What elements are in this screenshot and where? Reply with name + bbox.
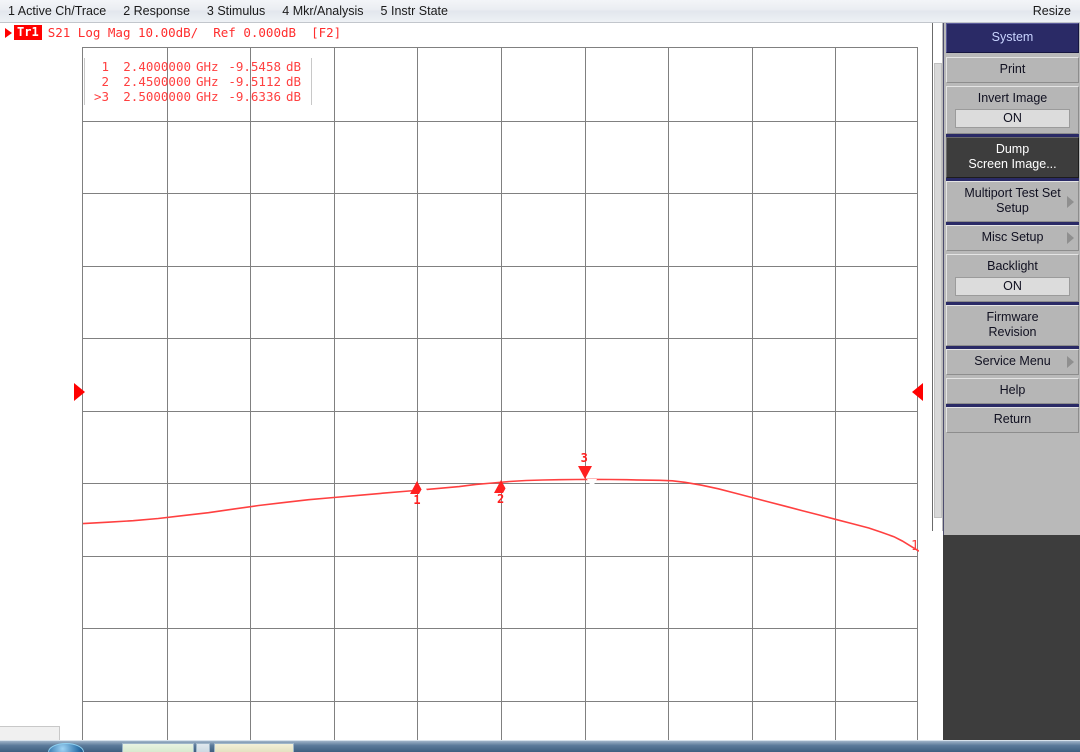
reference-arrow-right-icon: [912, 383, 923, 401]
taskbar-button-3[interactable]: [214, 743, 294, 752]
softkey-label: Help: [999, 383, 1026, 397]
marker-val: -9.6336: [228, 89, 281, 104]
marker-idx: >3: [93, 89, 109, 104]
trace-number-label: 1: [911, 539, 919, 555]
softkey-label: Return: [993, 412, 1032, 426]
softkey-misc-setup[interactable]: Misc Setup: [946, 222, 1079, 251]
resize-button[interactable]: Resize: [1033, 0, 1071, 22]
marker-triangle-inner-icon: [503, 484, 513, 494]
softkey-return[interactable]: Return: [946, 404, 1079, 433]
marker-triangle-inner-icon: [586, 479, 597, 489]
softkey-label: Multiport Test Set Setup: [964, 186, 1061, 215]
scrollbar-thumb[interactable]: [934, 63, 942, 518]
softkey-invert-image[interactable]: Invert Image ON: [946, 86, 1079, 134]
taskbar-button-1[interactable]: [122, 743, 194, 752]
softkey-separator: [946, 404, 1079, 407]
softkey-separator: [946, 302, 1079, 305]
marker-readout-row: 1 2.4000000 GHz -9.5458 dB: [85, 59, 311, 74]
sidebar-footer-blank: [943, 535, 1080, 740]
reference-arrow-left-icon: [74, 383, 85, 401]
marker-idx: 1: [101, 59, 109, 74]
marker-freq: 2.5000000: [123, 89, 191, 104]
trace-marker-label-2: 2: [497, 492, 505, 507]
softkey-label: Service Menu: [974, 354, 1051, 368]
menu-item-response[interactable]: 2 Response: [123, 0, 190, 22]
softkey-label: Invert Image: [977, 91, 1048, 105]
marker-readout-row: >3 2.5000000 GHz -9.6336 dB: [85, 89, 311, 104]
softkey-sidebar: System Print Invert Image ON Dump Screen Im…: [943, 23, 1080, 535]
graticule-grid: 123 1: [82, 47, 919, 752]
marker-unit2: dB: [286, 89, 302, 104]
softkey-label: Firmware Revision: [986, 310, 1039, 339]
active-trace-caret-icon: [5, 27, 12, 38]
softkey-separator: [946, 134, 1079, 137]
menu-item-active-ch-trace[interactable]: 1 Active Ch/Trace: [8, 0, 106, 22]
softkey-help[interactable]: Help: [946, 378, 1079, 404]
softkey-label: Backlight: [987, 259, 1038, 273]
softkey-dump[interactable]: Dump Screen Image...: [946, 134, 1079, 178]
softkey-state-invert-image[interactable]: ON: [955, 109, 1070, 128]
softkey-print[interactable]: Print: [946, 57, 1079, 83]
softkey-backlight[interactable]: Backlight ON: [946, 254, 1079, 302]
softkey-separator: [946, 178, 1079, 181]
softkey-separator: [946, 222, 1079, 225]
window-bottom-edge: [0, 726, 60, 740]
menu-item-mkr-analysis[interactable]: 4 Mkr/Analysis: [282, 0, 363, 22]
plot-scrollbar[interactable]: [932, 23, 943, 531]
marker-unit: GHz: [196, 59, 219, 74]
plot-area[interactable]: 50.0040.0030.0020.0010.000.000-10.00-20.…: [0, 42, 932, 752]
submenu-arrow-icon: [1067, 232, 1074, 244]
marker-unit2: dB: [286, 74, 302, 89]
trace-curve: [83, 478, 919, 552]
taskbar-button-2[interactable]: [196, 743, 210, 752]
start-orb-icon[interactable]: [48, 743, 84, 752]
marker-val: -9.5112: [228, 74, 281, 89]
menu-item-instr-state[interactable]: 5 Instr State: [381, 0, 448, 22]
marker-freq: 2.4500000: [123, 74, 191, 89]
softkey-service-menu[interactable]: Service Menu: [946, 346, 1079, 375]
softkey-label: Print: [999, 62, 1026, 76]
softkey-multiport-test-set[interactable]: Multiport Test Set Setup: [946, 178, 1079, 222]
marker-unit: GHz: [196, 74, 219, 89]
marker-freq: 2.4000000: [123, 59, 191, 74]
marker-triangle-inner-icon: [419, 484, 430, 494]
softkey-label: Dump Screen Image...: [968, 142, 1057, 171]
marker-idx: 2: [101, 74, 109, 89]
trace-badge[interactable]: Tr1: [14, 25, 42, 40]
submenu-arrow-icon: [1067, 356, 1074, 368]
menu-bar: 1 Active Ch/Trace 2 Response 3 Stimulus …: [0, 0, 1080, 23]
vna-application-window: 1 Active Ch/Trace 2 Response 3 Stimulus …: [0, 0, 1080, 752]
marker-readout-row: 2 2.4500000 GHz -9.5112 dB: [85, 74, 311, 89]
softkey-state-backlight[interactable]: ON: [955, 277, 1070, 296]
trace-marker-label-1: 1: [413, 492, 421, 507]
softkey-firmware[interactable]: Firmware Revision: [946, 302, 1079, 346]
trace-marker-label-3: 3: [580, 451, 588, 466]
marker-readout-table: 1 2.4000000 GHz -9.5458 dB 2 2.4500000 GHz -9.51…: [84, 58, 312, 105]
softkey-separator: [946, 346, 1079, 349]
os-taskbar: [0, 740, 1080, 752]
softkey-label: Misc Setup: [981, 230, 1044, 244]
trace-status-bar: Tr1 S21 Log Mag 10.00dB/ Ref 0.000dB [F2…: [0, 23, 932, 42]
softkey-list: Print Invert Image ON Dump Screen Image... M…: [944, 57, 1080, 433]
marker-val: -9.5458: [228, 59, 281, 74]
menu-item-stimulus[interactable]: 3 Stimulus: [207, 0, 265, 22]
softkey-menu-title: System: [946, 23, 1079, 53]
trace-format-text: S21 Log Mag 10.00dB/ Ref 0.000dB [F2]: [47, 25, 342, 40]
marker-unit: GHz: [196, 89, 219, 104]
marker-triangle-icon: [577, 466, 597, 489]
submenu-arrow-icon: [1067, 195, 1074, 208]
marker-unit2: dB: [286, 59, 302, 74]
